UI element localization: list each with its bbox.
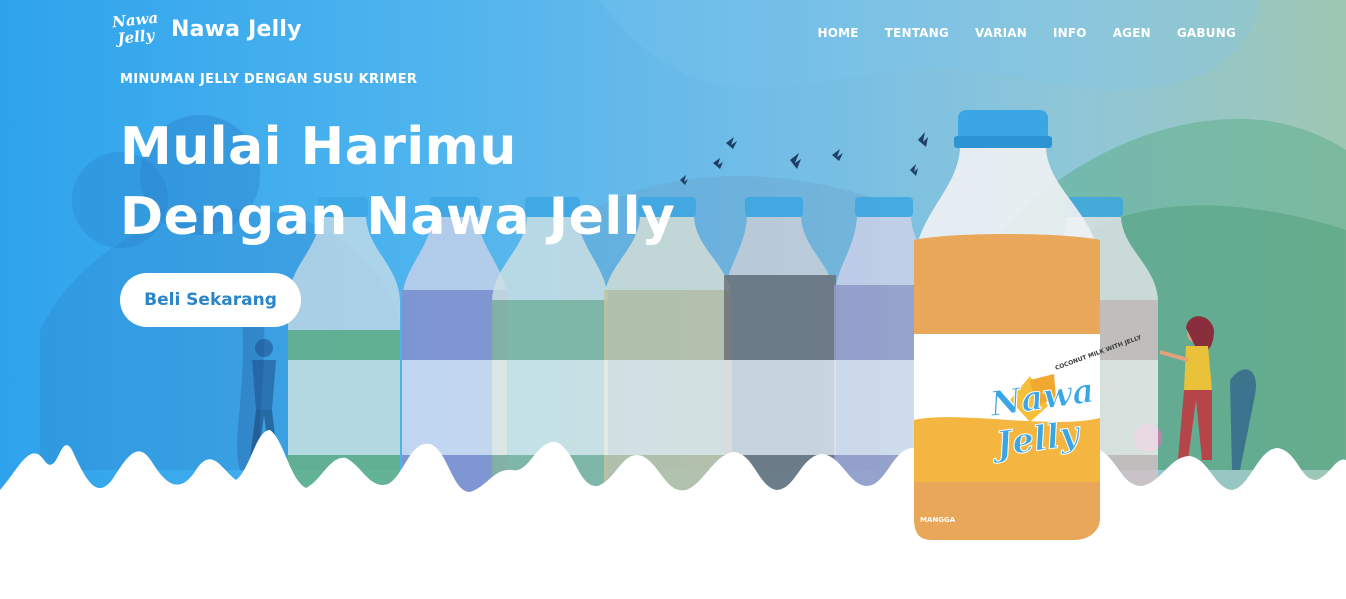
- bird-icon: [726, 137, 737, 149]
- bird-icon: [790, 153, 801, 169]
- bird-icon: [832, 149, 843, 161]
- headline-line1: Mulai Harimu: [120, 117, 517, 177]
- nav-item-varian[interactable]: VARIAN: [975, 26, 1027, 40]
- brand-name[interactable]: Nawa Jelly: [171, 17, 302, 42]
- nav-item-home[interactable]: HOME: [818, 26, 859, 40]
- nav-item-info[interactable]: INFO: [1053, 26, 1087, 40]
- buy-now-button[interactable]: Beli Sekarang: [120, 273, 301, 327]
- bird-icon: [713, 158, 723, 169]
- brand-logo[interactable]: Nawa Jelly: [111, 9, 159, 48]
- hero-tagline: MINUMAN JELLY DENGAN SUSU KRIMER: [120, 72, 418, 87]
- hero-section: Nawa Jelly COCONUT MILK WITH JELLY MANGG…: [0, 0, 1346, 599]
- nav-item-agen[interactable]: AGEN: [1113, 26, 1151, 40]
- bird-icon: [918, 132, 928, 147]
- hero-headline: Mulai Harimu Dengan Nawa Jelly: [120, 112, 675, 252]
- main-nav: HOME TENTANG VARIAN INFO AGEN GABUNG: [818, 26, 1236, 40]
- nav-item-gabung[interactable]: GABUNG: [1177, 26, 1236, 40]
- nav-item-tentang[interactable]: TENTANG: [885, 26, 949, 40]
- label-flavor-text: MANGGA: [920, 516, 956, 524]
- headline-line2: Dengan Nawa Jelly: [120, 187, 676, 247]
- bird-icon: [910, 164, 918, 176]
- logo-line2: Jelly: [116, 26, 156, 48]
- brand[interactable]: Nawa Jelly Nawa Jelly: [111, 9, 302, 48]
